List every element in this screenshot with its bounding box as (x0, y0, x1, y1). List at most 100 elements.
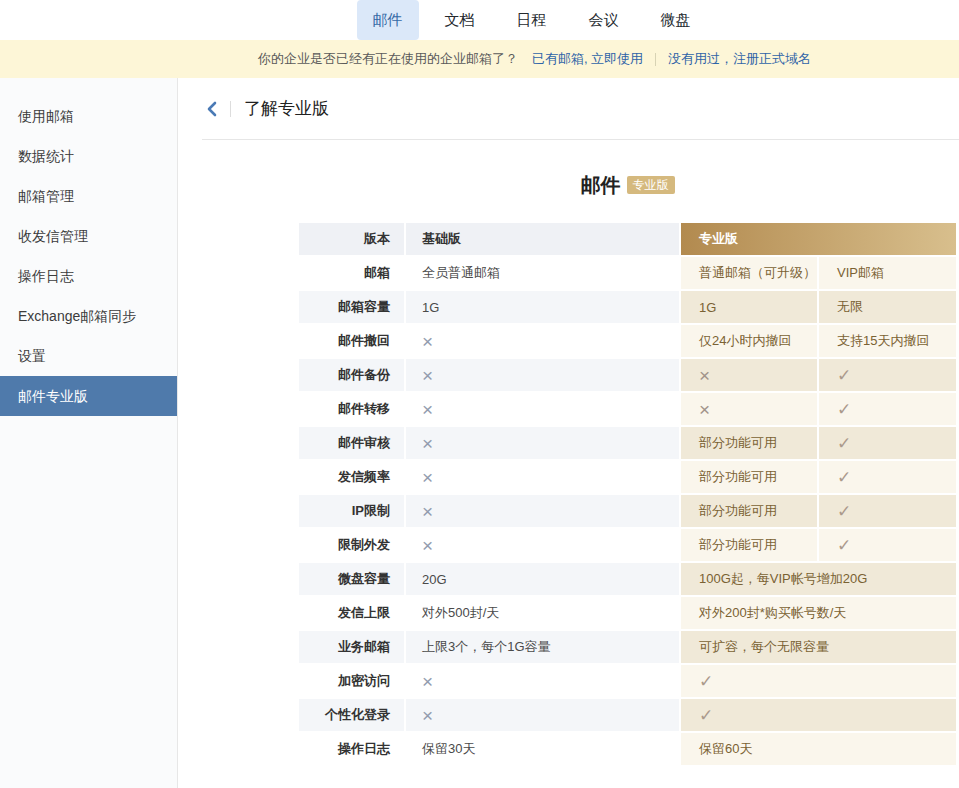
header-version: 版本 (299, 223, 404, 255)
notice-divider (655, 53, 656, 66)
header-basic: 基础版 (406, 223, 679, 255)
table-row: 限制外发×部分功能可用✓ (299, 529, 956, 561)
section-title: 邮件专业版 (299, 172, 956, 198)
cell-pro-1: 仅24小时内撤回 (681, 325, 817, 357)
cell-label: IP限制 (299, 495, 404, 527)
check-icon: ✓ (699, 673, 713, 690)
sidebar-item-operation-log[interactable]: 操作日志 (0, 256, 177, 296)
cell-basic: 对外500封/天 (406, 597, 679, 629)
cell-pro-1: × (681, 359, 817, 391)
cell-pro-1: 部分功能可用 (681, 461, 817, 493)
sidebar: 使用邮箱数据统计邮箱管理收发信管理操作日志Exchange邮箱同步设置邮件专业版 (0, 78, 178, 788)
cell-pro-2: 无限 (819, 291, 956, 323)
cross-icon: × (422, 706, 433, 725)
cross-icon: × (699, 366, 710, 385)
cell-pro-2: ✓ (819, 461, 956, 493)
notice-link-register[interactable]: 没有用过，注册正式域名 (668, 50, 811, 68)
cell-basic: × (406, 495, 679, 527)
sidebar-item-mailbox-management[interactable]: 邮箱管理 (0, 176, 177, 216)
table-row: 个性化登录×✓ (299, 699, 956, 731)
cell-label: 邮件撤回 (299, 325, 404, 357)
table-row: 邮件备份 × × ✓ (299, 359, 956, 391)
tab-schedule[interactable]: 日程 (501, 0, 563, 40)
table-row: 操作日志保留30天保留60天 (299, 733, 956, 765)
cell-basic: × (406, 393, 679, 425)
cell-label: 微盘容量 (299, 563, 404, 595)
cell-pro-2: ✓ (819, 359, 956, 391)
cross-icon: × (422, 434, 433, 453)
sidebar-item-use-mailbox[interactable]: 使用邮箱 (0, 96, 177, 136)
cell-basic: 20G (406, 563, 679, 595)
back-icon[interactable] (204, 101, 220, 117)
cell-label: 邮箱 (299, 257, 404, 289)
sidebar-item-data-stats[interactable]: 数据统计 (0, 136, 177, 176)
table-row: IP限制 × 部分功能可用 ✓ (299, 495, 956, 527)
cell-label: 限制外发 (299, 529, 404, 561)
cell-pro-1: ✓ (681, 665, 956, 697)
header-pro: 专业版 (681, 223, 956, 255)
cell-label: 邮箱容量 (299, 291, 404, 323)
table-row: 发信频率 × 部分功能可用 ✓ (299, 461, 956, 493)
sidebar-item-send-receive-management[interactable]: 收发信管理 (0, 216, 177, 256)
cross-icon: × (422, 502, 433, 521)
cell-pro-1: 可扩容，每个无限容量 (681, 631, 956, 663)
cell-pro-2: VIP邮箱 (819, 257, 956, 289)
table-header-row: 版本基础版专业版 (299, 223, 956, 255)
tab-docs[interactable]: 文档 (429, 0, 491, 40)
cell-pro-1: 1G (681, 291, 817, 323)
check-icon: ✓ (837, 537, 851, 554)
cell-basic: × (406, 665, 679, 697)
cell-pro-2: ✓ (819, 495, 956, 527)
sidebar-item-settings[interactable]: 设置 (0, 336, 177, 376)
header-rule (202, 139, 959, 140)
cell-label: 加密访问 (299, 665, 404, 697)
cell-pro-1: ✓ (681, 699, 956, 731)
check-icon: ✓ (837, 469, 851, 486)
cell-basic: × (406, 699, 679, 731)
sidebar-item-exchange-sync[interactable]: Exchange邮箱同步 (0, 296, 177, 336)
cell-pro-2: ✓ (819, 427, 956, 459)
header-divider (230, 101, 231, 117)
cell-pro-1: × (681, 393, 817, 425)
cell-basic: × (406, 427, 679, 459)
cross-icon: × (422, 400, 433, 419)
cell-pro-1: 保留60天 (681, 733, 956, 765)
page-title: 了解专业版 (244, 97, 329, 120)
table-row: 邮箱全员普通邮箱普通邮箱（可升级）VIP邮箱 (299, 257, 956, 289)
tab-drive[interactable]: 微盘 (645, 0, 707, 40)
cell-pro-1: 部分功能可用 (681, 495, 817, 527)
check-icon: ✓ (837, 401, 851, 418)
table-row: 邮件审核×部分功能可用✓ (299, 427, 956, 459)
cross-icon: × (699, 400, 710, 419)
check-icon: ✓ (699, 707, 713, 724)
cross-icon: × (422, 468, 433, 487)
top-nav: 邮件文档日程会议微盘 (0, 0, 959, 40)
cell-basic: × (406, 325, 679, 357)
cross-icon: × (422, 332, 433, 351)
cell-pro-1: 普通邮箱（可升级） (681, 257, 817, 289)
cell-label: 发信上限 (299, 597, 404, 629)
check-icon: ✓ (837, 503, 851, 520)
table-row: 加密访问× ✓ (299, 665, 956, 697)
cell-pro-2: ✓ (819, 529, 956, 561)
cell-basic: × (406, 359, 679, 391)
cell-label: 业务邮箱 (299, 631, 404, 663)
notice-bar: 你的企业是否已经有正在使用的企业邮箱了？ 已有邮箱, 立即使用 没有用过，注册正… (0, 40, 959, 78)
cell-label: 发信频率 (299, 461, 404, 493)
table-row: 邮件转移××✓ (299, 393, 956, 425)
tab-meeting[interactable]: 会议 (573, 0, 635, 40)
cross-icon: × (422, 366, 433, 385)
table-row: 发信上限对外500封/天对外200封*购买帐号数/天 (299, 597, 956, 629)
cell-pro-2: ✓ (819, 393, 956, 425)
tab-mail[interactable]: 邮件 (357, 0, 419, 40)
notice-link-existing[interactable]: 已有邮箱, 立即使用 (532, 50, 643, 68)
comparison-table: 版本基础版专业版邮箱全员普通邮箱普通邮箱（可升级）VIP邮箱邮箱容量1G1G无限… (299, 223, 956, 765)
table-row: 业务邮箱上限3个，每个1G容量可扩容，每个无限容量 (299, 631, 956, 663)
notice-question: 你的企业是否已经有正在使用的企业邮箱了？ (258, 50, 518, 68)
section-title-text: 邮件 (581, 174, 621, 196)
cell-pro-1: 部分功能可用 (681, 529, 817, 561)
table-row: 微盘容量20G100G起，每VIP帐号增加20G (299, 563, 956, 595)
sidebar-item-mail-pro[interactable]: 邮件专业版 (0, 376, 177, 416)
cell-label: 邮件备份 (299, 359, 404, 391)
cell-label: 操作日志 (299, 733, 404, 765)
